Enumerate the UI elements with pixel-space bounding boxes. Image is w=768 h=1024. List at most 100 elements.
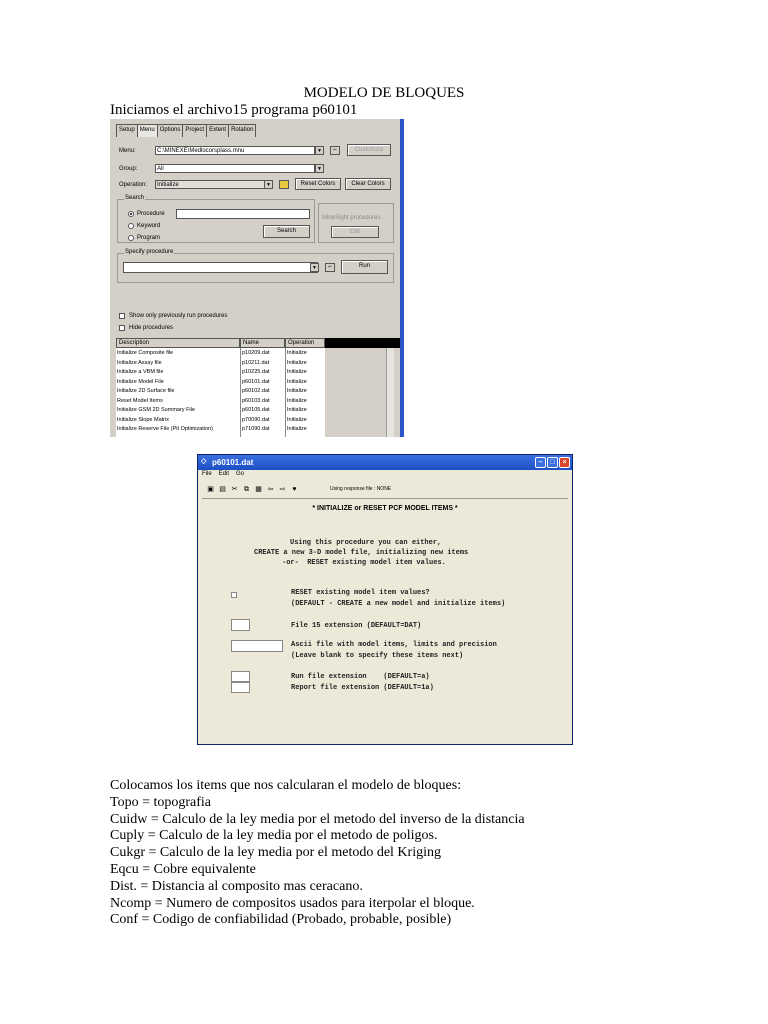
row-operation: Initialize xyxy=(287,416,307,423)
row-name: p60103.dat xyxy=(242,397,270,404)
body-line: Conf = Codigo de confiabilidad (Probado,… xyxy=(110,912,452,928)
ascii-file-input[interactable] xyxy=(231,640,283,652)
cut-icon[interactable]: ✂ xyxy=(230,485,239,494)
row-operation: Initialize xyxy=(287,369,307,375)
table-row[interactable]: Initialize Composite file p10209.dat Initi… xyxy=(116,349,325,359)
row-operation: Initialize xyxy=(287,388,307,394)
procedure-radio[interactable] xyxy=(128,211,134,217)
table-row[interactable]: Initialize GSM 2D Summary File p60105.dat… xyxy=(116,406,325,416)
minimize-icon[interactable]: – xyxy=(535,457,546,468)
menu-select[interactable]: C:\MINEXE\Medlocorsplass.mnu xyxy=(155,146,315,155)
run-button[interactable]: Run xyxy=(341,260,388,274)
procedure-table: Initialize Composite file p10209.dat Initi… xyxy=(116,348,325,437)
toolbar-divider xyxy=(202,498,568,499)
row-name: p71090.dat xyxy=(242,426,270,432)
tab-rotation[interactable]: Rotation xyxy=(228,124,257,137)
show-only-label: Show only previously run procedures xyxy=(129,313,228,319)
intro-line: CREATE a new 3-D model file, initializin… xyxy=(254,549,469,557)
menu-go[interactable]: Go xyxy=(236,471,244,477)
column-header-operation[interactable]: Operation xyxy=(285,338,325,348)
row-description: Initialize GSM 2D Summary File xyxy=(117,407,195,413)
intro-line: -or- RESET existing model item values. xyxy=(282,559,446,567)
form-heading: * INITIALIZE or RESET PCF MODEL ITEMS * xyxy=(312,505,458,512)
response-file-status: Using response file : NONE xyxy=(330,486,392,492)
search-input[interactable] xyxy=(176,209,310,219)
close-icon[interactable]: × xyxy=(559,457,570,468)
hide-procedures-checkbox[interactable] xyxy=(119,325,125,331)
folder-icon[interactable]: ⌐ xyxy=(330,146,340,155)
row-description: Initialize a VBM file xyxy=(117,369,164,375)
file15-extension-input[interactable] xyxy=(231,619,250,631)
table-row[interactable]: Initialize 2D Surface file p60102.dat Init… xyxy=(116,387,325,397)
tab-options[interactable]: Options xyxy=(156,124,184,137)
column-header-name[interactable]: Name xyxy=(240,338,285,348)
program-radio-label: Program xyxy=(137,235,161,241)
chevron-down-icon[interactable]: ▼ xyxy=(315,146,324,155)
chevron-down-icon[interactable]: ▼ xyxy=(310,263,319,272)
row-description: Initialize Model File xyxy=(117,378,164,385)
group-label: Group: xyxy=(119,166,138,172)
row-name: p60105.dat xyxy=(242,407,270,413)
copy-icon[interactable]: ⧉ xyxy=(242,485,251,494)
report-extension-input[interactable] xyxy=(231,682,250,693)
column-header-description[interactable]: Description xyxy=(116,338,240,348)
procedure-browser-screenshot: Setup Menu Options Project Extent Rotati… xyxy=(110,119,404,437)
reset-default: (DEFAULT - CREATE a new model and initia… xyxy=(291,600,506,608)
body-line: Eqcu = Cobre equivalente xyxy=(110,861,256,877)
edit-button[interactable]: Edit xyxy=(331,226,379,238)
procedure-select[interactable] xyxy=(123,262,318,273)
back-arrow-icon[interactable]: ⇦ xyxy=(266,485,275,494)
run-prompt: Run file extension (DEFAULT=a) xyxy=(291,673,430,681)
row-name: p10225.dat xyxy=(242,369,270,375)
menu-edit[interactable]: Edit xyxy=(219,471,229,477)
program-radio[interactable] xyxy=(128,235,134,241)
body-line: Colocamos los items que nos calcularan e… xyxy=(110,778,462,793)
menu-label: Menu: xyxy=(119,148,136,154)
chevron-down-icon[interactable]: ▼ xyxy=(315,164,324,173)
header-filler xyxy=(325,338,400,348)
procedure-radio-label: Procedure xyxy=(137,211,165,217)
tab-project[interactable]: Project xyxy=(182,124,208,137)
operation-label: Operation: xyxy=(119,182,148,188)
table-row[interactable]: Reset Model Items p60103.dat Initialize xyxy=(116,397,325,407)
tab-extent[interactable]: Extent xyxy=(206,124,230,137)
save-icon[interactable]: ▣ xyxy=(206,485,215,494)
search-button[interactable]: Search xyxy=(263,225,310,238)
row-operation: Initialize xyxy=(287,407,307,413)
window-edge xyxy=(400,119,404,437)
report-prompt: Report file extension (DEFAULT=1a) xyxy=(291,684,434,692)
reset-checkbox[interactable] xyxy=(231,592,237,598)
table-row[interactable]: Initialize Slope Matrix p70090.dat Initial… xyxy=(116,416,325,426)
operation-select[interactable]: Initialize xyxy=(155,180,273,189)
table-row[interactable]: Initialize Assay file p10211.dat Initializ… xyxy=(116,359,325,369)
palette-icon[interactable] xyxy=(279,180,289,189)
reset-colors-button[interactable]: Reset Colors xyxy=(295,178,341,190)
table-row[interactable]: Initialize a VBM file p10225.dat Initializ… xyxy=(116,368,325,378)
chevron-down-icon[interactable]: ▼ xyxy=(264,180,273,189)
specify-procedure-legend: Specify procedure xyxy=(124,249,175,255)
menu-bar: File Edit Go xyxy=(202,471,244,477)
run-extension-input[interactable] xyxy=(231,671,250,682)
row-description: Initialize Slope Matrix xyxy=(117,416,169,423)
folder-icon[interactable]: ⌐ xyxy=(325,263,335,272)
tab-menu[interactable]: Menu xyxy=(136,124,158,137)
window-controls: – □ × xyxy=(535,457,570,468)
table-row[interactable]: Initialize Reserve File (Pit Optimizatio… xyxy=(116,425,325,435)
clear-colors-button[interactable]: Clear Colors xyxy=(345,178,391,190)
keyword-radio[interactable] xyxy=(128,223,134,229)
window-titlebar[interactable]: ◇ p60101.dat – □ × xyxy=(198,455,572,470)
menu-file[interactable]: File xyxy=(202,471,212,477)
maximize-icon[interactable]: □ xyxy=(547,457,558,468)
show-only-checkbox[interactable] xyxy=(119,313,125,319)
document-intro: Iniciamos el archivo15 programa p60101 xyxy=(110,102,358,118)
heart-icon[interactable]: ♥ xyxy=(290,485,299,494)
table-scrollbar[interactable] xyxy=(386,348,394,437)
customize-button[interactable]: Customize xyxy=(347,144,391,156)
row-description: Reset Model Items xyxy=(117,397,163,404)
group-select[interactable]: All xyxy=(155,164,315,173)
open-icon[interactable]: ▤ xyxy=(218,485,227,494)
paste-icon[interactable]: ▦ xyxy=(254,485,263,494)
forward-arrow-icon[interactable]: ⇨ xyxy=(278,485,287,494)
table-row[interactable]: Initialize Model File p60101.dat Initializ… xyxy=(116,378,325,388)
tab-setup[interactable]: Setup xyxy=(116,124,138,137)
